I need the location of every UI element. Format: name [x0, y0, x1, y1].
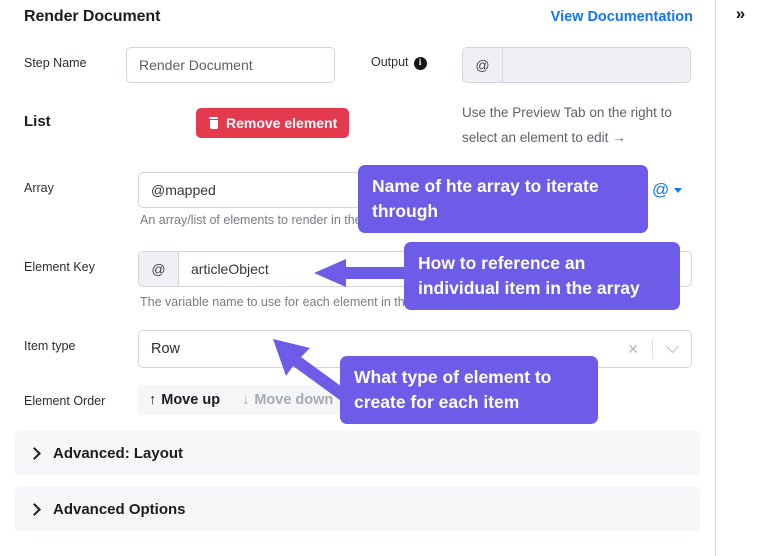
chevron-right-icon [28, 446, 41, 460]
accordion-advanced-layout[interactable]: Advanced: Layout [14, 431, 700, 475]
remove-element-button[interactable]: Remove element [196, 108, 350, 138]
item-type-label: Item type [24, 339, 76, 353]
arrow-down-icon: ↓ [242, 392, 250, 408]
at-icon: @ [652, 180, 670, 199]
page-title: Render Document [24, 8, 161, 25]
move-up-button[interactable]: ↑ Move up [138, 385, 232, 415]
remove-element-label: Remove element [226, 115, 338, 131]
preview-hint-text: Use the Preview Tab on the right to sele… [462, 105, 672, 145]
close-icon[interactable]: ✕ [614, 341, 652, 358]
output-input-group[interactable]: @ [462, 47, 691, 83]
element-order-label: Element Order [24, 394, 106, 408]
element-key-label: Element Key [24, 260, 95, 274]
annotation-callout-element-key: How to reference an individual item in t… [404, 242, 680, 310]
at-prefix-icon: @ [139, 252, 179, 286]
annotation-callout-item-type: What type of element to create for each … [340, 356, 598, 424]
right-rail: » [715, 0, 761, 556]
chevron-right-icon [28, 502, 41, 516]
step-name-label: Step Name [24, 56, 87, 70]
output-input[interactable] [503, 48, 690, 82]
list-section-heading: List [24, 113, 51, 130]
step-name-input[interactable]: Render Document [126, 47, 335, 83]
array-label: Array [24, 181, 54, 195]
chevron-down-icon [674, 187, 683, 193]
output-label: Output i [371, 55, 427, 70]
view-documentation-link[interactable]: View Documentation [551, 9, 693, 25]
array-variable-token-button[interactable]: @ [652, 180, 683, 200]
trash-icon [208, 116, 219, 130]
annotation-arrow-element-key [314, 259, 410, 287]
accordion-advanced-options[interactable]: Advanced Options [14, 487, 700, 531]
output-label-text: Output [371, 55, 409, 69]
move-up-label: Move up [161, 392, 221, 408]
annotation-callout-array: Name of hte array to iterate through [358, 165, 648, 233]
at-prefix-icon: @ [463, 48, 503, 82]
info-icon[interactable]: i [413, 56, 427, 70]
chevron-down-icon[interactable] [653, 339, 691, 354]
item-type-value: Row [151, 341, 181, 357]
double-chevron-right-icon[interactable]: » [726, 0, 754, 28]
annotation-arrow-item-type [273, 339, 356, 403]
accordion-advanced-layout-label: Advanced: Layout [53, 444, 184, 462]
render-document-panel-screen: Render Document View Documentation Step … [0, 0, 761, 556]
accordion-advanced-options-label: Advanced Options [53, 500, 186, 518]
arrow-up-icon: ↑ [149, 392, 157, 408]
